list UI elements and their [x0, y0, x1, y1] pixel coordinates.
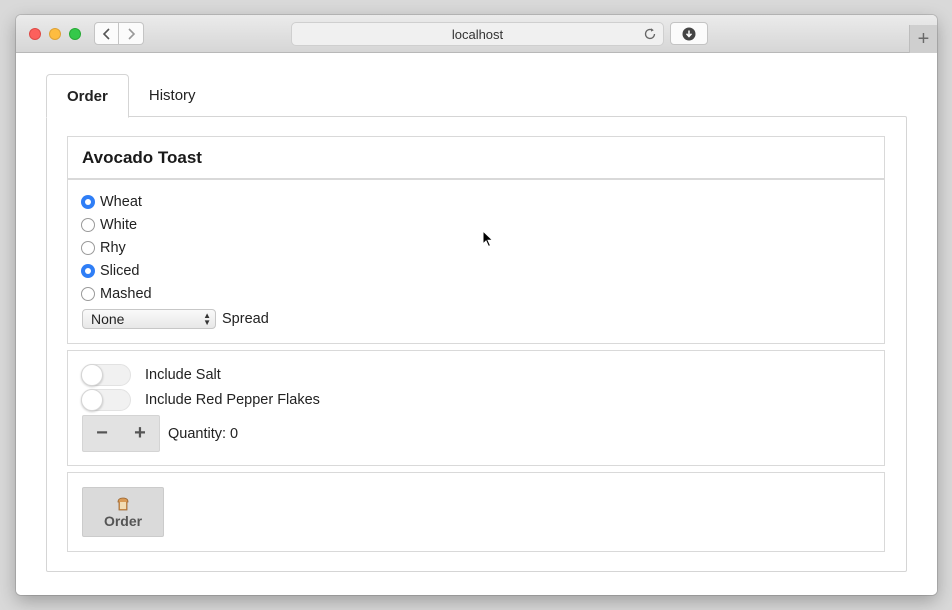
- radio-label: White: [100, 217, 138, 233]
- tab-bar: Order History: [46, 74, 216, 118]
- radio-checked-indicator[interactable]: [81, 195, 95, 209]
- toggle-label: Include Salt: [145, 367, 221, 383]
- mouse-cursor-icon: [482, 230, 494, 248]
- address-bar[interactable]: localhost: [291, 22, 664, 46]
- increment-button[interactable]: +: [121, 416, 159, 451]
- spread-label: Spread: [222, 311, 269, 327]
- radio-sliced[interactable]: Sliced: [81, 261, 140, 281]
- reload-icon[interactable]: [643, 27, 657, 41]
- product-title: Avocado Toast: [68, 137, 884, 179]
- radio-indicator[interactable]: [81, 218, 95, 232]
- quantity-label: Quantity: 0: [168, 425, 239, 442]
- downloads-button[interactable]: [670, 22, 708, 45]
- options-card: Include Salt Include Red Pepper Flakes −…: [67, 350, 885, 466]
- radio-checked-indicator[interactable]: [81, 264, 95, 278]
- spread-row: None ▲ ▼ Spread: [82, 309, 269, 329]
- radio-white[interactable]: White: [81, 215, 137, 235]
- order-button-label: Order: [103, 512, 143, 529]
- radio-indicator[interactable]: [81, 287, 95, 301]
- minimize-window-button[interactable]: [49, 28, 61, 40]
- chevron-left-icon: [102, 27, 110, 40]
- red-pepper-toggle[interactable]: [81, 389, 131, 411]
- order-button[interactable]: Order: [82, 487, 164, 537]
- browser-window: localhost + Order History Avocado Toast: [16, 15, 937, 595]
- product-card: Avocado Toast Wheat White Rhy Sliced Mas…: [67, 136, 885, 344]
- salt-toggle[interactable]: [81, 364, 131, 386]
- radio-label: Wheat: [100, 194, 142, 210]
- quantity-row: − + Quantity: 0: [82, 415, 238, 452]
- tab-order[interactable]: Order: [46, 74, 129, 118]
- select-arrows-icon: ▲ ▼: [203, 311, 211, 327]
- plus-icon: +: [917, 28, 930, 50]
- toggle-knob: [81, 364, 103, 386]
- toggle-row-pepper: Include Red Pepper Flakes: [81, 389, 320, 411]
- toggle-knob: [81, 389, 103, 411]
- title-bar: localhost +: [16, 15, 937, 53]
- order-panel: Avocado Toast Wheat White Rhy Sliced Mas…: [46, 116, 907, 572]
- chevron-right-icon: [128, 27, 136, 40]
- address-text: localhost: [451, 26, 504, 42]
- radio-indicator[interactable]: [81, 241, 95, 255]
- decrement-button[interactable]: −: [83, 416, 121, 451]
- spread-select-value: None: [91, 311, 125, 327]
- quantity-stepper: − +: [82, 415, 160, 452]
- radio-label: Rhy: [100, 240, 126, 256]
- radio-label: Sliced: [100, 263, 140, 279]
- download-icon: [682, 27, 696, 40]
- radio-rhy[interactable]: Rhy: [81, 238, 126, 258]
- toggle-label: Include Red Pepper Flakes: [145, 392, 320, 408]
- radio-mashed[interactable]: Mashed: [81, 284, 152, 304]
- tab-history[interactable]: History: [129, 74, 216, 117]
- forward-button[interactable]: [119, 22, 144, 45]
- new-tab-button[interactable]: +: [909, 25, 937, 53]
- spread-select[interactable]: None ▲ ▼: [82, 309, 216, 329]
- order-card: Order: [67, 472, 885, 552]
- page-content: Order History Avocado Toast Wheat White …: [16, 53, 937, 595]
- back-button[interactable]: [94, 22, 119, 45]
- close-window-button[interactable]: [29, 28, 41, 40]
- radio-wheat[interactable]: Wheat: [81, 192, 142, 212]
- bread-icon: [117, 497, 129, 510]
- zoom-window-button[interactable]: [69, 28, 81, 40]
- radio-label: Mashed: [100, 286, 152, 302]
- toggle-row-salt: Include Salt: [81, 364, 221, 386]
